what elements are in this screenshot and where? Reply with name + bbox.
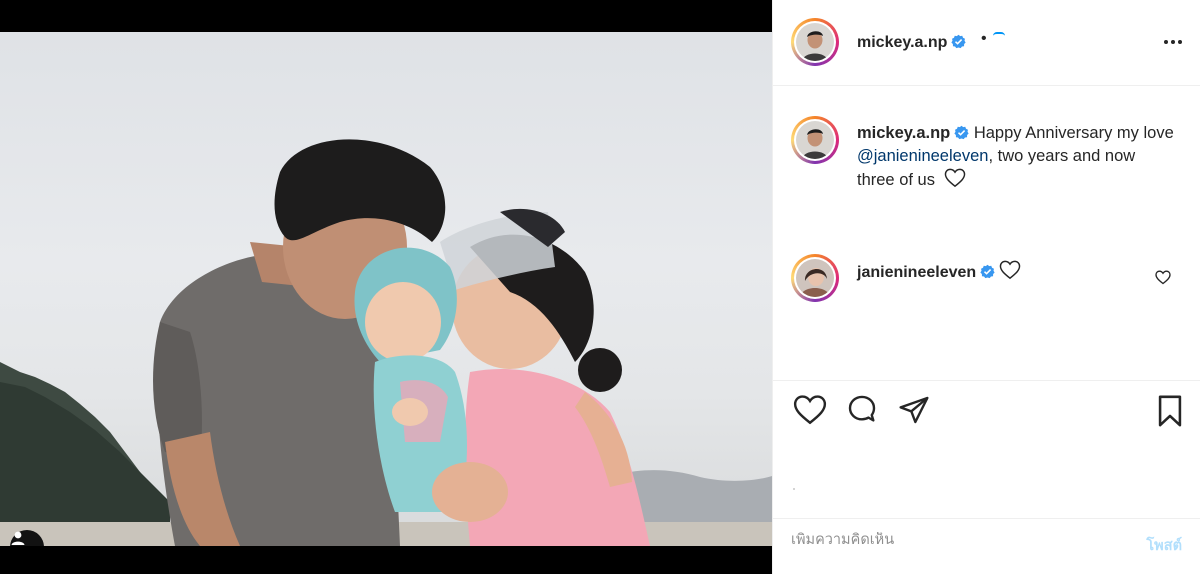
- author-username-text[interactable]: mickey.a.np: [857, 34, 947, 51]
- heart-emoji-icon: [944, 168, 965, 188]
- user-tag-icon: [11, 531, 25, 545]
- header-separator: •: [981, 30, 987, 47]
- heart-icon: [793, 395, 827, 425]
- save-button[interactable]: [1153, 394, 1187, 433]
- verified-badge-icon: [980, 264, 995, 279]
- comment-like-button[interactable]: [1155, 270, 1171, 290]
- divider: [773, 380, 1200, 381]
- heart-icon: [1155, 270, 1171, 285]
- post-comment-button[interactable]: โพสต์: [1146, 534, 1182, 557]
- post-photo[interactable]: [0, 32, 772, 546]
- comment-button[interactable]: [845, 394, 879, 431]
- post-header: mickey.a.np •: [773, 0, 1200, 86]
- caption-text: mickey.a.np Happy Anniversary my love @j…: [857, 122, 1177, 192]
- share-button[interactable]: [897, 394, 931, 431]
- avatar-image: [796, 259, 834, 297]
- caption-mention-link[interactable]: @janienineeleven: [857, 147, 988, 165]
- bookmark-icon: [1158, 395, 1182, 427]
- post-side-panel: mickey.a.np • mickey.a.np Happy Annivers…: [772, 0, 1200, 574]
- post-actions: [773, 390, 1200, 434]
- caption-author-avatar[interactable]: [791, 116, 839, 164]
- heart-emoji-icon: [999, 260, 1021, 280]
- more-options-icon: [1164, 40, 1168, 44]
- post-media: [0, 0, 772, 574]
- avatar-image: [796, 121, 834, 159]
- likes-indicator: [793, 488, 795, 490]
- comment-author-username[interactable]: janienineeleven: [857, 264, 976, 281]
- comment-author-avatar[interactable]: [791, 254, 839, 302]
- author-avatar[interactable]: [791, 18, 839, 66]
- caption-author-username[interactable]: mickey.a.np: [857, 124, 950, 142]
- caption-body-start: Happy Anniversary my love: [973, 124, 1174, 142]
- comment-author: janienineeleven: [857, 260, 1021, 282]
- author-username[interactable]: mickey.a.np: [857, 34, 967, 52]
- add-comment-input[interactable]: [791, 532, 1111, 548]
- verified-badge-icon: [954, 125, 969, 140]
- photo-illustration: [0, 139, 772, 546]
- paper-plane-icon: [899, 396, 929, 424]
- follow-button-partial[interactable]: [993, 32, 1005, 36]
- comment-icon: [848, 395, 876, 422]
- divider: [773, 518, 1200, 519]
- like-button[interactable]: [793, 394, 827, 431]
- avatar-image: [796, 23, 834, 61]
- verified-badge-icon: [951, 34, 967, 49]
- more-options-button[interactable]: [1161, 34, 1185, 50]
